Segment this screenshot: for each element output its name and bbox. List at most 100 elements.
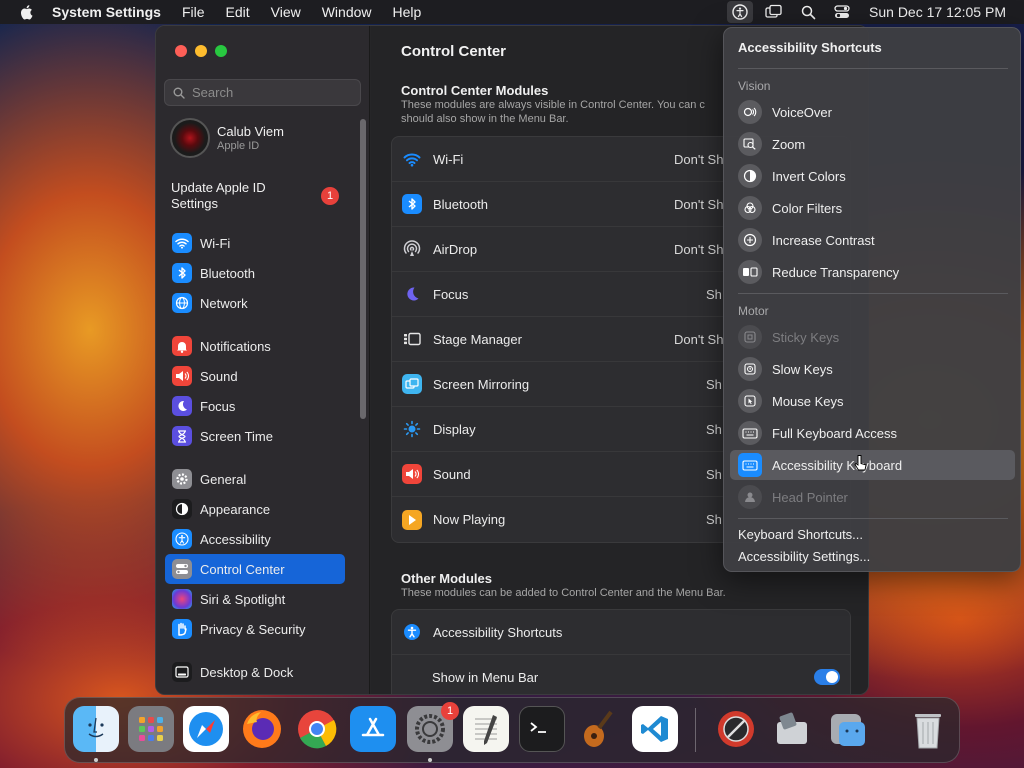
sidebar-item-wifi[interactable]: Wi-Fi [165, 228, 345, 258]
siri-icon [172, 589, 192, 609]
modules-section-title: Control Center Modules [401, 83, 549, 98]
show-in-menu-bar-toggle[interactable] [814, 669, 840, 685]
color-filters-icon [738, 196, 762, 220]
update-badge: 1 [321, 187, 339, 205]
menu-item-label: Mouse Keys [772, 393, 844, 409]
profile-subtitle: Apple ID [217, 140, 260, 152]
menu-item-mouse-keys[interactable]: Mouse Keys [730, 386, 1015, 416]
module-menu-bar-setting[interactable]: Don't Sh [674, 197, 723, 212]
chrome-icon[interactable] [294, 706, 340, 752]
menu-item-color-filters[interactable]: Color Filters [730, 193, 1015, 223]
trash-icon[interactable] [905, 706, 951, 752]
sidebar-item-siri-spotlight[interactable]: Siri & Spotlight [165, 584, 345, 614]
sidebar-item-label: Appearance [200, 501, 271, 517]
sidebar-item-focus[interactable]: Focus [165, 391, 345, 421]
sidebar-item-privacy-security[interactable]: Privacy & Security [165, 614, 345, 644]
menu-item-label: Zoom [772, 136, 806, 152]
close-button[interactable] [175, 45, 187, 57]
dock: 1 [64, 697, 960, 763]
sidebar-item-network[interactable]: Network [165, 288, 345, 318]
menu-item-sticky-keys[interactable]: Sticky Keys [730, 322, 1015, 352]
sidebar-item-screen-time[interactable]: Screen Time [165, 421, 345, 451]
finder-icon[interactable] [73, 706, 119, 752]
module-row-accessibility-shortcuts: Accessibility Shortcuts [392, 610, 850, 655]
instruments-icon[interactable] [713, 706, 759, 752]
apple-id-profile[interactable]: Calub Viem Apple ID [170, 118, 284, 158]
safari-icon[interactable] [183, 706, 229, 752]
update-apple-id-item[interactable]: Update Apple ID Settings [171, 180, 311, 212]
textedit-icon[interactable] [463, 706, 509, 752]
menu-item-accessibility-keyboard[interactable]: Accessibility Keyboard [730, 450, 1015, 480]
minimize-button[interactable] [195, 45, 207, 57]
menu-item-slow-keys[interactable]: Slow Keys [730, 354, 1015, 384]
search-placeholder: Search [192, 85, 234, 100]
module-menu-bar-setting[interactable]: Sh [706, 467, 722, 482]
finder-folder-icon[interactable] [825, 706, 871, 752]
module-menu-bar-setting[interactable]: Don't Sh [674, 332, 723, 347]
keyboard-shortcuts-link[interactable]: Keyboard Shortcuts... [738, 527, 863, 542]
sidebar: Search Calub Viem Apple ID Update Apple … [156, 26, 370, 694]
menu-divider [738, 293, 1008, 294]
garageband-icon[interactable] [574, 706, 620, 752]
zoom-icon [738, 132, 762, 156]
menu-divider [738, 518, 1008, 519]
firefox-icon[interactable] [239, 706, 285, 752]
menu-file[interactable]: File [182, 4, 205, 20]
menu-item-voiceover[interactable]: VoiceOver [730, 97, 1015, 127]
menu-item-reduce-transparency[interactable]: Reduce Transparency [730, 257, 1015, 287]
sidebar-item-label: Privacy & Security [200, 621, 306, 637]
module-menu-bar-setting[interactable]: Don't Sh [674, 242, 723, 257]
page-title: Control Center [401, 43, 506, 60]
terminal-icon[interactable] [519, 706, 565, 752]
sidebar-item-sound[interactable]: Sound [165, 361, 345, 391]
bluetooth-icon [402, 194, 422, 214]
menu-title: Accessibility Shortcuts [738, 40, 882, 55]
menu-edit[interactable]: Edit [226, 4, 250, 20]
sidebar-item-general[interactable]: General [165, 464, 345, 494]
module-menu-bar-setting[interactable]: Sh [706, 287, 722, 302]
reduce-transparency-icon [738, 260, 762, 284]
accessibility-keyboard-icon [738, 453, 762, 477]
accessibility-icon [402, 622, 422, 642]
menu-window[interactable]: Window [322, 4, 372, 20]
menu-view[interactable]: View [271, 4, 301, 20]
module-menu-bar-setting[interactable]: Sh [706, 512, 722, 527]
module-menu-bar-setting[interactable]: Sh [706, 422, 722, 437]
menu-item-increase-contrast[interactable]: Increase Contrast [730, 225, 1015, 255]
sidebar-item-control-center[interactable]: Control Center [165, 554, 345, 584]
menu-bar-clock[interactable]: Sun Dec 17 12:05 PM [869, 4, 1006, 20]
menu-help[interactable]: Help [393, 4, 422, 20]
window-controls [175, 45, 227, 57]
menu-item-invert-colors[interactable]: Invert Colors [730, 161, 1015, 191]
search-input[interactable]: Search [164, 79, 361, 106]
accessibility-settings-link[interactable]: Accessibility Settings... [738, 549, 870, 564]
spotlight-search-icon[interactable] [795, 1, 821, 23]
sidebar-item-bluetooth[interactable]: Bluetooth [165, 258, 345, 288]
menu-item-full-keyboard-access[interactable]: Full Keyboard Access [730, 418, 1015, 448]
module-label: Wi-Fi [433, 151, 464, 167]
menu-app-name[interactable]: System Settings [52, 4, 161, 20]
control-center-menu-icon[interactable] [829, 1, 855, 23]
zoom-button[interactable] [215, 45, 227, 57]
show-in-menu-bar-label: Show in Menu Bar [432, 670, 539, 685]
menu-item-label: Color Filters [772, 200, 843, 216]
app-store-icon[interactable] [350, 706, 396, 752]
sidebar-item-accessibility[interactable]: Accessibility [165, 524, 345, 554]
apple-menu-icon[interactable] [18, 3, 36, 21]
sidebar-scrollbar[interactable] [360, 119, 366, 419]
accessibility-shortcuts-menu-icon[interactable] [727, 1, 754, 23]
screen-mirroring-menu-icon[interactable] [761, 1, 787, 23]
menu-item-label: VoiceOver [772, 104, 832, 120]
modules-section-description: These modules are always visible in Cont… [401, 99, 705, 125]
disk-utility-icon[interactable] [769, 706, 815, 752]
sidebar-item-appearance[interactable]: Appearance [165, 494, 345, 524]
sidebar-item-desktop-dock[interactable]: Desktop & Dock [165, 657, 345, 687]
module-menu-bar-setting[interactable]: Don't Sh [674, 152, 723, 167]
module-menu-bar-setting[interactable]: Sh [706, 377, 722, 392]
vscode-icon[interactable] [632, 706, 678, 752]
menu-item-head-pointer[interactable]: Head Pointer [730, 482, 1015, 512]
bluetooth-icon [172, 263, 192, 283]
menu-item-zoom[interactable]: Zoom [730, 129, 1015, 159]
sidebar-item-notifications[interactable]: Notifications [165, 331, 345, 361]
launchpad-icon[interactable] [128, 706, 174, 752]
